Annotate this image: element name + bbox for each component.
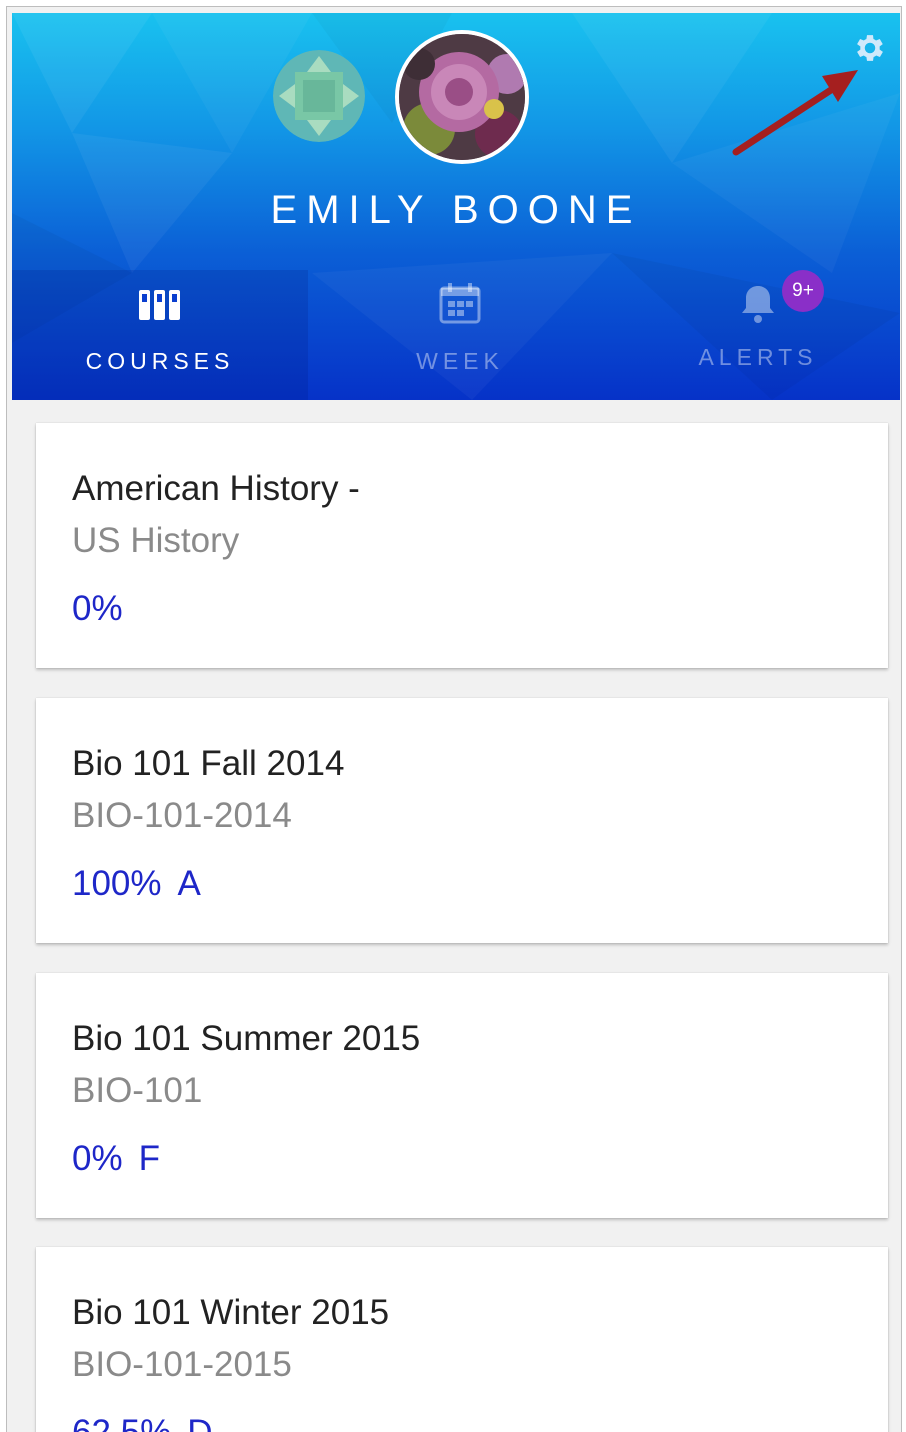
tab-label: WEEK — [416, 348, 504, 374]
tab-alerts[interactable]: 9+ ALERTS — [610, 270, 906, 400]
grade-percent: 0% — [72, 589, 123, 628]
course-card[interactable]: American History - US History 0% — [36, 423, 888, 668]
flower-photo — [399, 34, 525, 160]
course-code: BIO-101-2015 — [72, 1345, 292, 1384]
tab-label: COURSES — [85, 348, 235, 374]
course-card[interactable]: Bio 101 Summer 2015 BIO-101 0% F — [36, 973, 888, 1218]
secondary-avatar[interactable] — [273, 50, 365, 142]
course-code: BIO-101 — [72, 1071, 203, 1110]
course-grade: 100% A — [72, 864, 201, 904]
course-card[interactable]: Bio 101 Fall 2014 BIO-101-2014 100% A — [36, 698, 888, 943]
tab-label: ALERTS — [698, 344, 818, 370]
profile-name: EMILY BOONE — [270, 188, 642, 232]
course-card[interactable]: Bio 101 Winter 2015 BIO-101-2015 62.5% D — [36, 1247, 888, 1432]
tab-courses[interactable]: COURSES — [12, 270, 308, 400]
grade-letter: A — [177, 864, 201, 903]
grade-letter: F — [138, 1139, 160, 1178]
grade-letter: D — [187, 1413, 212, 1432]
tab-week[interactable]: WEEK — [312, 270, 608, 400]
course-grade: 0% F — [72, 1139, 160, 1179]
grade-percent: 62.5% — [72, 1413, 171, 1432]
course-title: Bio 101 Winter 2015 — [72, 1293, 390, 1332]
course-title: American History - — [72, 469, 360, 508]
calendar-icon — [439, 283, 481, 324]
course-title: Bio 101 Fall 2014 — [72, 744, 345, 783]
red-arrow-icon — [732, 70, 858, 156]
course-code: BIO-101-2014 — [72, 796, 292, 835]
bell-icon — [742, 286, 774, 323]
course-grade: 62.5% D — [72, 1413, 213, 1432]
course-code: US History — [72, 521, 240, 560]
courses-icon — [139, 290, 180, 320]
course-title: Bio 101 Summer 2015 — [72, 1019, 421, 1058]
grade-percent: 100% — [72, 864, 162, 903]
course-grade: 0% — [72, 589, 123, 629]
app-screenshot: EMILY BOONE COURSES WEEK 9+ ALERTS Ameri… — [0, 0, 906, 1432]
alerts-count-badge: 9+ — [782, 270, 824, 312]
quilt-pattern-icon — [273, 50, 365, 142]
grade-percent: 0% — [72, 1139, 123, 1178]
profile-avatar[interactable] — [395, 30, 529, 164]
